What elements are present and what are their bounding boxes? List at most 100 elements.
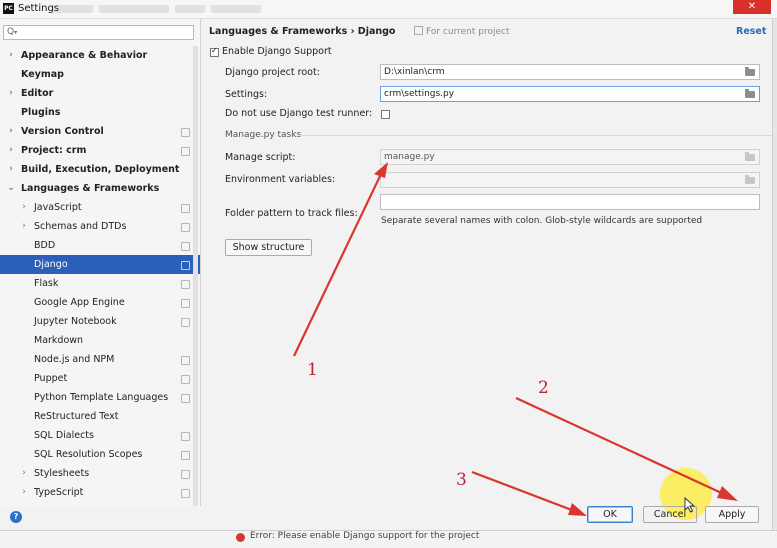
chevron-right-icon[interactable]: › — [6, 84, 16, 103]
sidebar-item-typescript[interactable]: › TypeScript — [0, 483, 200, 502]
sidebar-item-javascript[interactable]: › JavaScript — [0, 198, 200, 217]
search-icon: Q▾ — [7, 27, 18, 37]
sidebar-item-label: Django — [34, 259, 68, 270]
project-scope-icon — [181, 242, 190, 251]
apply-button[interactable]: Apply — [705, 506, 759, 523]
no-test-runner-label: Do not use Django test runner: — [225, 108, 373, 119]
sidebar-item-label: Build, Execution, Deployment — [21, 164, 180, 175]
sidebar-item-label: Google App Engine — [34, 297, 125, 308]
project-root-field[interactable]: D:\xinlan\crm — [380, 64, 760, 80]
project-scope-icon — [181, 223, 190, 232]
manage-tasks-section-title: Manage.py tasks — [225, 130, 302, 140]
settings-window: PC Settings ✕ Q▾ › Appearance & Behavior K… — [0, 0, 777, 548]
background-window-edge — [772, 19, 777, 530]
chevron-right-icon[interactable]: › — [6, 122, 16, 141]
no-test-runner-checkbox[interactable] — [381, 110, 390, 119]
chevron-right-icon[interactable]: › — [6, 160, 16, 179]
sidebar-item-google-app-engine[interactable]: Google App Engine — [0, 293, 200, 312]
sidebar-item-label: Schemas and DTDs — [34, 221, 127, 232]
sidebar-item-markdown[interactable]: Markdown — [0, 331, 200, 350]
env-vars-label: Environment variables: — [225, 174, 336, 185]
folder-browse-icon[interactable] — [745, 89, 755, 98]
sidebar-item-plugins[interactable]: Plugins — [0, 103, 200, 122]
chevron-down-icon[interactable]: ⌄ — [6, 179, 16, 198]
sidebar-item-label: Puppet — [34, 373, 68, 384]
sidebar-item-label: Flask — [34, 278, 59, 289]
sidebar-item-bdd[interactable]: BDD — [0, 236, 200, 255]
sidebar-item-version-control[interactable]: › Version Control — [0, 122, 200, 141]
project-scope-icon — [181, 451, 190, 460]
show-structure-button[interactable]: Show structure — [225, 239, 312, 256]
env-vars-field[interactable] — [380, 172, 760, 188]
sidebar-item-label: Keymap — [21, 69, 64, 80]
reset-link[interactable]: Reset — [736, 26, 766, 37]
sidebar-item-project-crm[interactable]: › Project: crm — [0, 141, 200, 160]
folder-pattern-field[interactable] — [380, 194, 760, 210]
search-input[interactable] — [20, 27, 190, 38]
chevron-right-icon[interactable]: › — [19, 464, 29, 483]
for-current-project-note: For current project — [414, 26, 510, 37]
sidebar-item-label: Appearance & Behavior — [21, 50, 148, 61]
sidebar-item-schemas-and-dtds[interactable]: › Schemas and DTDs — [0, 217, 200, 236]
sidebar-item-build-execution-deployment[interactable]: › Build, Execution, Deployment — [0, 160, 200, 179]
breadcrumb: Languages & Frameworks › Django — [209, 26, 396, 37]
project-scope-icon — [181, 356, 190, 365]
sidebar-item-django[interactable]: Django — [0, 255, 200, 274]
project-scope-icon — [181, 280, 190, 289]
sidebar-item-node-js-and-npm[interactable]: Node.js and NPM — [0, 350, 200, 369]
project-scope-icon — [181, 261, 190, 270]
project-scope-icon — [181, 489, 190, 498]
django-settings-panel: Languages & Frameworks › Django For curr… — [201, 19, 777, 506]
annotation-label-3: 3 — [456, 470, 467, 490]
chevron-right-icon[interactable]: › — [19, 483, 29, 502]
sidebar-item-label: Jupyter Notebook — [34, 316, 117, 327]
sidebar-item-puppet[interactable]: Puppet — [0, 369, 200, 388]
project-note-text: For current project — [426, 27, 510, 37]
sidebar-item-flask[interactable]: Flask — [0, 274, 200, 293]
settings-field[interactable]: crm\settings.py — [380, 86, 760, 102]
manage-script-field[interactable]: manage.py — [380, 149, 760, 165]
chevron-right-icon[interactable]: › — [6, 141, 16, 160]
sidebar-item-stylesheets[interactable]: › Stylesheets — [0, 464, 200, 483]
sidebar-item-sql-dialects[interactable]: SQL Dialects — [0, 426, 200, 445]
chevron-right-icon[interactable]: › — [19, 198, 29, 217]
sidebar-item-label: Plugins — [21, 107, 61, 118]
project-scope-icon — [181, 204, 190, 213]
annotation-label-1: 1 — [307, 360, 318, 380]
background-status-bar: Error: Please enable Django support for … — [0, 530, 777, 548]
background-toolbar-ghost — [50, 3, 340, 15]
close-button[interactable]: ✕ — [733, 0, 771, 14]
folder-browse-icon[interactable] — [745, 67, 755, 76]
project-scope-icon — [414, 26, 423, 35]
sidebar-item-jupyter-notebook[interactable]: Jupyter Notebook — [0, 312, 200, 331]
sidebar-item-python-template-languages[interactable]: Python Template Languages — [0, 388, 200, 407]
sidebar-item-languages-frameworks[interactable]: ⌄ Languages & Frameworks — [0, 179, 200, 198]
sidebar-item-editor[interactable]: › Editor — [0, 84, 200, 103]
settings-tree: › Appearance & Behavior Keymap › Editor Plugi… — [0, 46, 200, 502]
project-scope-icon — [181, 394, 190, 403]
sidebar-item-label: Markdown — [34, 335, 84, 346]
sidebar-item-keymap[interactable]: Keymap — [0, 65, 200, 84]
project-scope-icon — [181, 318, 190, 327]
sidebar-item-label: Node.js and NPM — [34, 354, 115, 365]
ok-button[interactable]: OK — [587, 506, 633, 523]
sidebar-scrollbar[interactable] — [193, 46, 198, 506]
chevron-right-icon[interactable]: › — [19, 217, 29, 236]
mouse-pointer-icon — [684, 497, 696, 513]
settings-search[interactable]: Q▾ — [3, 25, 194, 40]
folder-browse-icon[interactable] — [745, 152, 755, 161]
settings-value: crm\settings.py — [384, 89, 455, 99]
sidebar-item-label: Stylesheets — [34, 468, 90, 479]
folder-browse-icon[interactable] — [745, 175, 755, 184]
enable-django-checkbox[interactable] — [210, 46, 219, 57]
enable-django-label: Enable Django Support — [222, 46, 332, 57]
project-scope-icon — [181, 147, 190, 156]
annotation-label-2: 2 — [538, 378, 549, 398]
sidebar-item-sql-resolution-scopes[interactable]: SQL Resolution Scopes — [0, 445, 200, 464]
sidebar-item-appearance-behavior[interactable]: › Appearance & Behavior — [0, 46, 200, 65]
sidebar-item-restructured-text[interactable]: ReStructured Text — [0, 407, 200, 426]
section-divider — [299, 135, 777, 136]
sidebar-item-label: TypeScript — [34, 487, 84, 498]
chevron-right-icon[interactable]: › — [6, 46, 16, 65]
help-icon[interactable]: ? — [10, 511, 22, 523]
